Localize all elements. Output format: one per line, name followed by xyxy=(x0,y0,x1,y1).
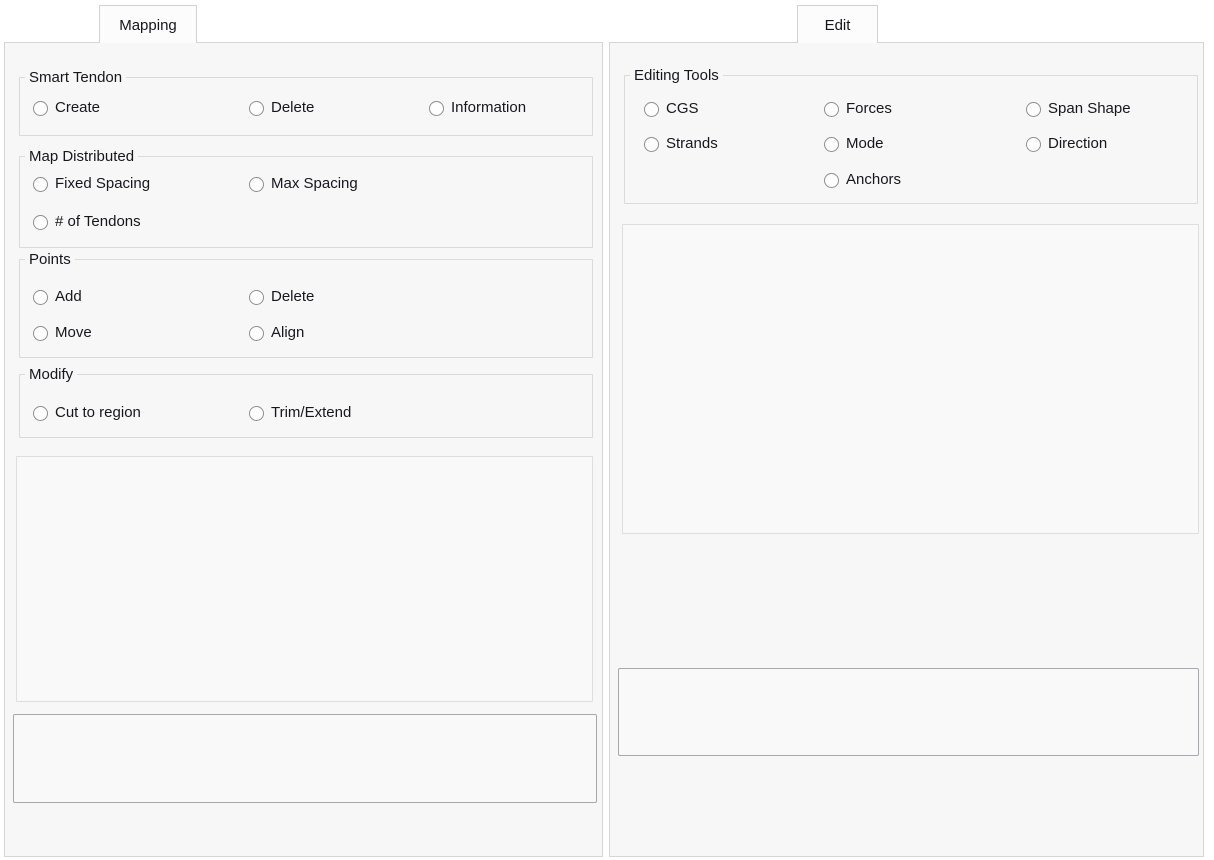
edit-preview-area xyxy=(622,224,1199,534)
radio-modify-trim-extend[interactable]: Trim/Extend xyxy=(249,403,351,423)
mapping-message-box[interactable] xyxy=(13,714,597,803)
group-smart-tendon-title: Smart Tendon xyxy=(25,69,126,86)
radio-edit-direction[interactable]: Direction xyxy=(1026,134,1107,154)
radio-modify-cut-to-region[interactable]: Cut to region xyxy=(33,403,141,423)
tab-mapping[interactable]: Mapping xyxy=(99,5,197,43)
radio-map-max-spacing[interactable]: Max Spacing xyxy=(249,174,358,194)
radio-circle-icon xyxy=(824,102,839,117)
radio-points-align[interactable]: Align xyxy=(249,323,304,343)
radio-smart-information[interactable]: Information xyxy=(429,98,526,118)
radio-circle-icon xyxy=(33,101,48,116)
radio-circle-icon xyxy=(824,173,839,188)
radio-circle-icon xyxy=(249,101,264,116)
radio-map-num-tendons[interactable]: # of Tendons xyxy=(33,212,141,232)
group-points: Points xyxy=(19,259,593,358)
radio-circle-icon xyxy=(644,137,659,152)
tab-mapping-label: Mapping xyxy=(119,17,177,34)
mapping-panel: Smart Tendon Create Delete Information M… xyxy=(4,42,603,857)
tendon-tool-panels: Mapping Smart Tendon Create Delete Infor… xyxy=(0,0,1214,860)
radio-points-add[interactable]: Add xyxy=(33,287,82,307)
radio-circle-icon xyxy=(33,326,48,341)
radio-circle-icon xyxy=(429,101,444,116)
tab-edit-label: Edit xyxy=(825,17,851,34)
radio-smart-delete[interactable]: Delete xyxy=(249,98,314,118)
radio-circle-icon xyxy=(33,406,48,421)
radio-circle-icon xyxy=(33,177,48,192)
tab-edit[interactable]: Edit xyxy=(797,5,878,43)
radio-edit-cgs[interactable]: CGS xyxy=(644,99,699,119)
group-map-distributed: Map Distributed xyxy=(19,156,593,248)
group-modify-title: Modify xyxy=(25,366,77,383)
radio-circle-icon xyxy=(33,215,48,230)
radio-points-move[interactable]: Move xyxy=(33,323,92,343)
group-editing-tools-title: Editing Tools xyxy=(630,67,723,84)
radio-edit-forces[interactable]: Forces xyxy=(824,99,892,119)
radio-circle-icon xyxy=(249,326,264,341)
group-map-distributed-title: Map Distributed xyxy=(25,148,138,165)
radio-circle-icon xyxy=(33,290,48,305)
radio-circle-icon xyxy=(644,102,659,117)
radio-circle-icon xyxy=(249,290,264,305)
radio-circle-icon xyxy=(249,406,264,421)
radio-circle-icon xyxy=(1026,102,1041,117)
radio-edit-mode[interactable]: Mode xyxy=(824,134,884,154)
radio-points-delete[interactable]: Delete xyxy=(249,287,314,307)
radio-circle-icon xyxy=(249,177,264,192)
mapping-preview-area xyxy=(16,456,593,702)
group-points-title: Points xyxy=(25,251,75,268)
radio-circle-icon xyxy=(1026,137,1041,152)
radio-circle-icon xyxy=(824,137,839,152)
radio-map-fixed-spacing[interactable]: Fixed Spacing xyxy=(33,174,150,194)
radio-edit-span-shape[interactable]: Span Shape xyxy=(1026,99,1131,119)
radio-smart-create[interactable]: Create xyxy=(33,98,100,118)
edit-message-box[interactable] xyxy=(618,668,1199,756)
radio-edit-anchors[interactable]: Anchors xyxy=(824,170,901,190)
edit-panel: Editing Tools CGS Forces Span Shape Stra… xyxy=(609,42,1204,857)
radio-edit-strands[interactable]: Strands xyxy=(644,134,718,154)
